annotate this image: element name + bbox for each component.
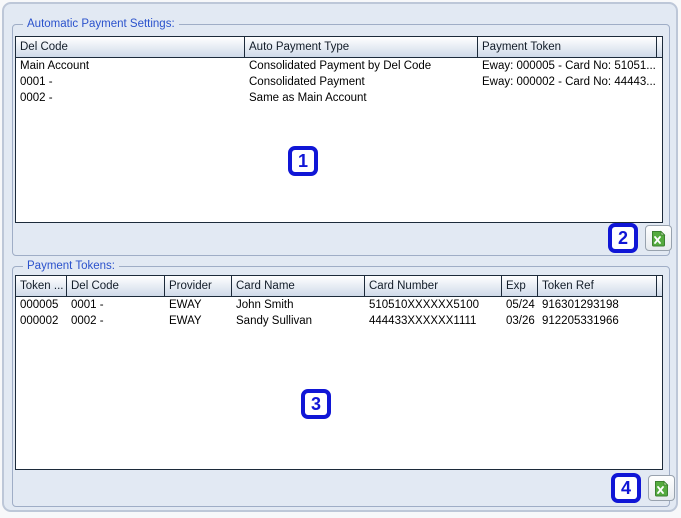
cell-card-number: 510510XXXXXX5100 xyxy=(369,299,479,311)
table-row[interactable]: 000005 0001 - EWAY John Smith 510510XXXX… xyxy=(16,297,662,313)
cell-payment-token xyxy=(478,90,662,106)
table-row[interactable]: 0002 - Same as Main Account xyxy=(16,90,662,106)
annotation-callout-2: 2 xyxy=(608,223,638,253)
cell-card-name: Sandy Sullivan xyxy=(236,315,313,327)
column-header-card-name[interactable]: Card Name xyxy=(232,276,365,296)
cell-del-code: Main Account xyxy=(20,60,90,72)
table-row[interactable]: Main Account Consolidated Payment by Del… xyxy=(16,58,662,74)
cell-del-code: 0001 - xyxy=(20,76,53,88)
cell-auto-payment-type: Consolidated Payment by Del Code xyxy=(249,60,432,72)
table-header-row: Del Code Auto Payment Type Payment Token xyxy=(16,37,662,58)
excel-export-icon xyxy=(652,230,666,246)
column-header-payment-token[interactable]: Payment Token xyxy=(478,37,656,57)
column-header-token[interactable]: Token ... xyxy=(16,276,67,296)
cell-auto-payment-type: Same as Main Account xyxy=(249,92,367,104)
cell-token-ref: 912205331966 xyxy=(542,315,619,327)
annotation-callout-1: 1 xyxy=(288,146,318,176)
cell-payment-token: Eway: 000002 - Card No: 44443... xyxy=(482,76,656,88)
cell-del-code: 0002 - xyxy=(20,92,53,104)
automatic-payment-settings-table: Del Code Auto Payment Type Payment Token… xyxy=(15,36,663,223)
automatic-payment-settings-title: Automatic Payment Settings: xyxy=(23,17,179,32)
column-header-exp[interactable]: Exp xyxy=(502,276,538,296)
column-header-filler xyxy=(656,37,662,57)
column-header-token-ref[interactable]: Token Ref xyxy=(538,276,656,296)
column-header-card-number[interactable]: Card Number xyxy=(365,276,502,296)
column-header-provider[interactable]: Provider xyxy=(165,276,232,296)
column-header-del-code[interactable]: Del Code xyxy=(16,37,245,57)
cell-provider: EWAY xyxy=(169,299,202,311)
column-header-filler xyxy=(656,276,662,296)
cell-del-code: 0001 - xyxy=(71,299,104,311)
annotation-callout-3: 3 xyxy=(301,389,331,419)
table-header-row: Token ... Del Code Provider Card Name Ca… xyxy=(16,276,662,297)
export-to-excel-button-settings[interactable] xyxy=(645,225,672,251)
cell-exp: 05/24 xyxy=(506,299,535,311)
annotation-callout-4: 4 xyxy=(611,473,641,503)
export-to-excel-button-tokens[interactable] xyxy=(648,475,675,501)
cell-card-number: 444433XXXXXX1111 xyxy=(369,315,477,327)
column-header-del-code[interactable]: Del Code xyxy=(67,276,165,296)
cell-del-code: 0002 - xyxy=(71,315,104,327)
cell-auto-payment-type: Consolidated Payment xyxy=(249,76,365,88)
cell-card-name: John Smith xyxy=(236,299,294,311)
cell-exp: 03/26 xyxy=(506,315,535,327)
payment-tokens-title: Payment Tokens: xyxy=(23,259,120,274)
cell-token: 000005 xyxy=(20,299,59,311)
excel-export-icon xyxy=(655,480,669,496)
cell-payment-token: Eway: 000005 - Card No: 51051... xyxy=(482,60,656,72)
settings-panel: Automatic Payment Settings: Del Code Aut… xyxy=(2,2,678,512)
table-row[interactable]: 0001 - Consolidated Payment Eway: 000002… xyxy=(16,74,662,90)
table-row[interactable]: 000002 0002 - EWAY Sandy Sullivan 444433… xyxy=(16,313,662,329)
payment-settings-screen: { "colors": { "annotation_blue": "#1016d… xyxy=(0,0,681,518)
cell-token: 000002 xyxy=(20,315,59,327)
payment-tokens-table: Token ... Del Code Provider Card Name Ca… xyxy=(15,275,663,470)
cell-token-ref: 916301293198 xyxy=(542,299,619,311)
column-header-auto-payment-type[interactable]: Auto Payment Type xyxy=(245,37,478,57)
cell-provider: EWAY xyxy=(169,315,202,327)
